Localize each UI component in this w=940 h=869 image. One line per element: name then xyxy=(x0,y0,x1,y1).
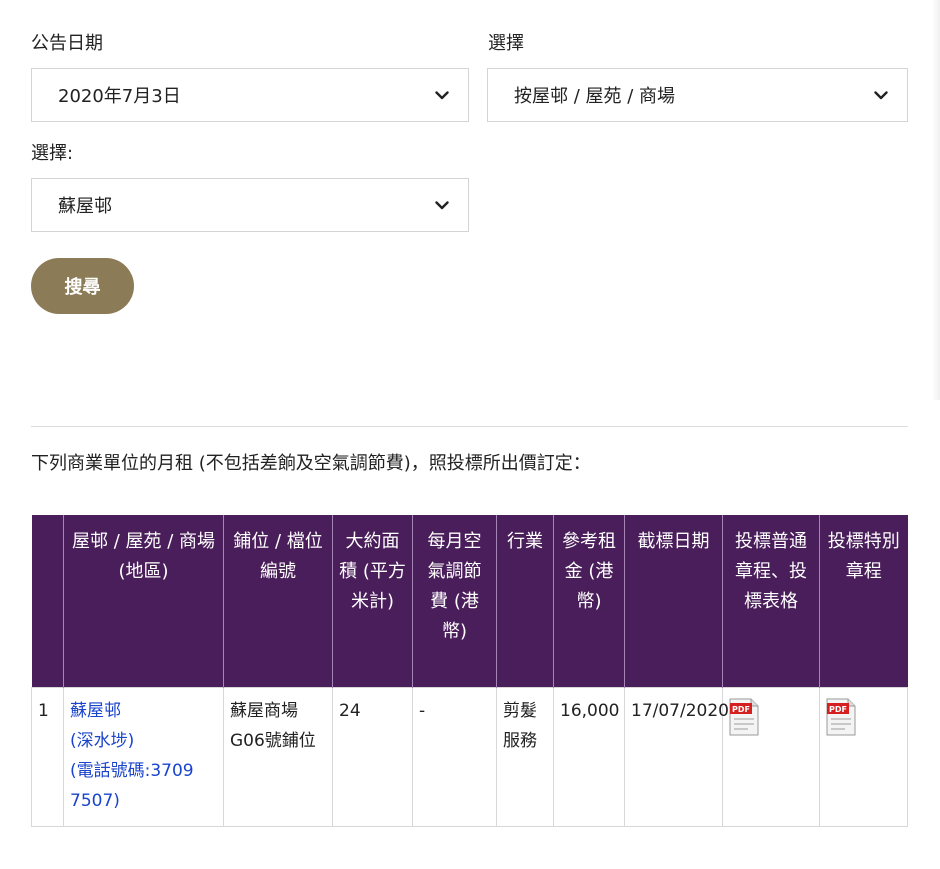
closing-date-cell: 17/07/2020 xyxy=(624,687,729,827)
divider xyxy=(31,426,908,427)
table-header-row: 屋邨 / 屋苑 / 商場 (地區) 鋪位 / 檔位編號 大約面積 (平方米計) … xyxy=(31,515,908,688)
svg-text:PDF: PDF xyxy=(732,705,750,714)
ac-fee-cell: - xyxy=(412,687,497,827)
header-shop-no: 鋪位 / 檔位編號 xyxy=(223,515,333,688)
chevron-down-icon xyxy=(434,197,450,213)
svg-text:PDF: PDF xyxy=(829,705,847,714)
type-select-value: 按屋邨 / 屋苑 / 商場 xyxy=(514,86,676,107)
header-special-doc: 投標特別章程 xyxy=(819,515,908,688)
date-label: 公告日期 xyxy=(31,33,103,54)
header-no xyxy=(31,515,64,688)
row-no: 1 xyxy=(31,687,64,827)
special-doc-cell: PDF xyxy=(819,687,908,827)
date-select-value: 2020年7月3日 xyxy=(58,86,181,107)
estate-select[interactable]: 蘇屋邨 xyxy=(31,178,469,232)
estate-name: 蘇屋邨 xyxy=(70,701,121,721)
estate-link[interactable]: 蘇屋邨 (深水埗) (電話號碼:3709 7507) xyxy=(70,701,194,811)
estate-phone: (電話號碼:3709 7507) xyxy=(70,761,194,811)
estate-cell: 蘇屋邨 (深水埗) (電話號碼:3709 7507) xyxy=(63,687,224,827)
trade-cell: 剪髮服務 xyxy=(496,687,554,827)
header-rent: 參考租金 (港幣) xyxy=(553,515,625,688)
shop-no-cell: 蘇屋商場G06號鋪位 xyxy=(223,687,333,827)
type-select[interactable]: 按屋邨 / 屋苑 / 商場 xyxy=(487,68,908,122)
header-area: 大約面積 (平方米計) xyxy=(332,515,413,688)
header-ac-fee: 每月空氣調節費 (港幣) xyxy=(412,515,497,688)
search-button[interactable]: 搜尋 xyxy=(31,258,134,314)
estate-district: (深水埗) xyxy=(70,731,135,751)
header-trade: 行業 xyxy=(496,515,554,688)
type-label: 選擇 xyxy=(488,33,524,54)
chevron-down-icon xyxy=(873,87,889,103)
header-closing-date: 截標日期 xyxy=(624,515,723,688)
date-select[interactable]: 2020年7月3日 xyxy=(31,68,469,122)
general-doc-cell: PDF xyxy=(722,687,820,827)
header-estate: 屋邨 / 屋苑 / 商場 (地區) xyxy=(63,515,224,688)
rent-cell: 16,000 xyxy=(553,687,625,827)
estate-select-value: 蘇屋邨 xyxy=(58,196,112,217)
intro-text: 下列商業單位的月租 (不包括差餉及空氣調節費)，照投標所出價訂定： xyxy=(31,453,591,474)
area-cell: 24 xyxy=(332,687,413,827)
results-table: 屋邨 / 屋苑 / 商場 (地區) 鋪位 / 檔位編號 大約面積 (平方米計) … xyxy=(31,515,908,827)
table-row: 1 蘇屋邨 (深水埗) (電話號碼:3709 7507) 蘇屋商場G06號鋪位 … xyxy=(31,687,908,827)
estate-label: 選擇: xyxy=(31,143,74,164)
chevron-down-icon xyxy=(434,87,450,103)
header-general-doc: 投標普通章程、投標表格 xyxy=(722,515,820,688)
pdf-icon[interactable]: PDF xyxy=(826,698,856,736)
pdf-icon[interactable]: PDF xyxy=(729,698,759,736)
page-edge-shadow xyxy=(932,0,940,400)
